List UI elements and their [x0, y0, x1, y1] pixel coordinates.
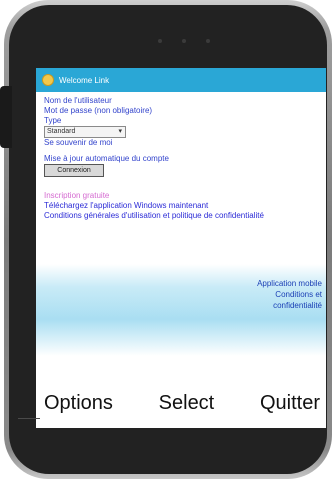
softkey-quit[interactable]: Quitter — [260, 392, 320, 415]
type-select-value: Standard — [47, 128, 76, 135]
side-button[interactable] — [0, 86, 12, 148]
login-button[interactable]: Connexion — [44, 164, 104, 177]
banner-line-2[interactable]: Conditions et — [192, 289, 322, 300]
download-app-link[interactable]: Téléchargez l'application Windows mainte… — [44, 201, 318, 211]
banner-line-3[interactable]: confidentialité — [192, 300, 322, 311]
app-titlebar: Welcome Link — [36, 68, 326, 92]
app-title: Welcome Link — [59, 75, 110, 85]
banner-text: Application mobile Conditions et confide… — [192, 278, 322, 311]
sensor-dot — [158, 39, 162, 43]
softkey-select[interactable]: Select — [159, 392, 215, 415]
type-label: Type — [44, 116, 62, 125]
password-label: Mot de passe (non obligatoire) — [44, 106, 153, 115]
camera-dot — [182, 39, 186, 43]
sensor-dot — [206, 39, 210, 43]
auto-update-label[interactable]: Mise à jour automatique du compte — [44, 154, 318, 164]
chevron-down-icon: ▾ — [118, 128, 122, 135]
softkey-bar: Options Select Quitter — [40, 383, 324, 423]
login-form: Nom de l'utilisateur Mot de passe (non o… — [36, 92, 326, 225]
signup-link[interactable]: Inscription gratuite — [44, 191, 318, 201]
username-label: Nom de l'utilisateur — [44, 96, 112, 105]
app-logo-icon — [42, 74, 54, 86]
remember-label[interactable]: Se souvenir de moi — [44, 138, 318, 148]
phone-screen: Welcome Link Nom de l'utilisateur Mot de… — [36, 68, 326, 428]
type-select[interactable]: Standard ▾ — [44, 126, 126, 138]
banner-line-1: Application mobile — [257, 279, 322, 288]
softkey-options[interactable]: Options — [44, 392, 113, 415]
terms-link[interactable]: Conditions générales d'utilisation et po… — [44, 211, 318, 221]
device-bottom-ledge — [18, 418, 318, 459]
